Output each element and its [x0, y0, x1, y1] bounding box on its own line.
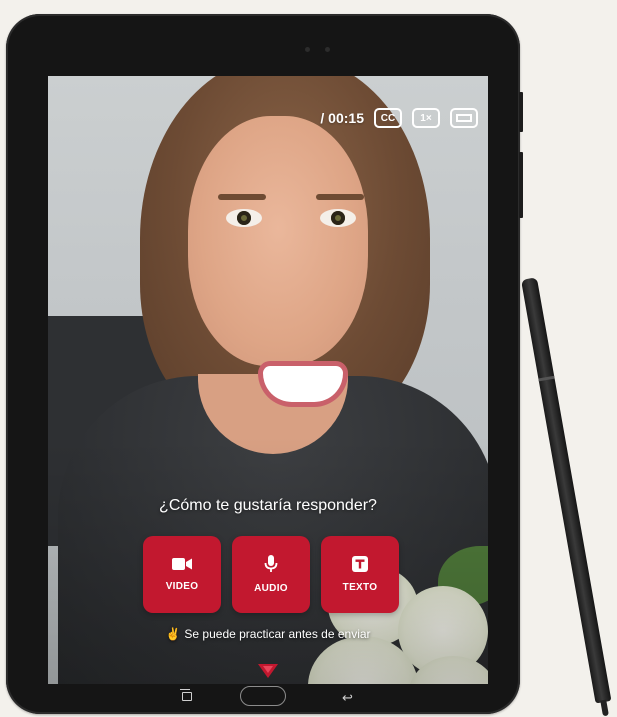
- stylus-tip: [600, 699, 609, 717]
- left-eye: [226, 209, 262, 227]
- text-option-label: TEXTO: [342, 582, 378, 593]
- practice-hint: ✌ Se puede practicar antes de enviar: [48, 627, 488, 641]
- right-brow: [316, 194, 364, 200]
- audio-response-button[interactable]: AUDIO: [232, 536, 310, 613]
- captions-button[interactable]: CC: [374, 108, 402, 128]
- volume-button: [519, 92, 523, 132]
- playback-speed-button[interactable]: 1×: [412, 108, 440, 128]
- right-eye: [320, 209, 356, 227]
- microphone-icon: [264, 555, 278, 572]
- player-controls: / 00:15 CC 1×: [320, 108, 478, 128]
- video-subject-face: [188, 116, 368, 366]
- playback-time: / 00:15: [320, 110, 364, 126]
- video-camera-icon: [172, 558, 192, 570]
- response-options: VIDEO AUDIO TEXTO: [143, 536, 399, 613]
- video-response-button[interactable]: VIDEO: [143, 536, 221, 613]
- home-button[interactable]: [240, 686, 286, 706]
- tablet-frame: / 00:15 CC 1× ¿Cómo te gustaría responde…: [6, 14, 523, 714]
- video-screen[interactable]: / 00:15 CC 1× ¿Cómo te gustaría responde…: [48, 76, 488, 684]
- video-option-label: VIDEO: [165, 581, 199, 592]
- device-navigation-bar: ↩: [6, 684, 520, 714]
- back-arrow-icon[interactable]: ↩: [342, 690, 353, 706]
- camera-dot: [305, 47, 310, 52]
- recent-apps-icon[interactable]: [180, 689, 192, 701]
- fullscreen-icon[interactable]: [450, 108, 478, 128]
- stylus-pen: [521, 277, 612, 717]
- audio-option-label: AUDIO: [254, 583, 288, 594]
- power-button: [519, 152, 523, 218]
- text-icon: [352, 556, 368, 572]
- practice-hint-text: Se puede practicar antes de enviar: [184, 627, 371, 641]
- response-question: ¿Cómo te gustaría responder?: [159, 497, 377, 514]
- sensor-dot: [325, 47, 330, 52]
- left-brow: [218, 194, 266, 200]
- hand-icon: ✌: [165, 627, 181, 641]
- brand-logo-icon: [258, 664, 278, 678]
- text-response-button[interactable]: TEXTO: [321, 536, 399, 613]
